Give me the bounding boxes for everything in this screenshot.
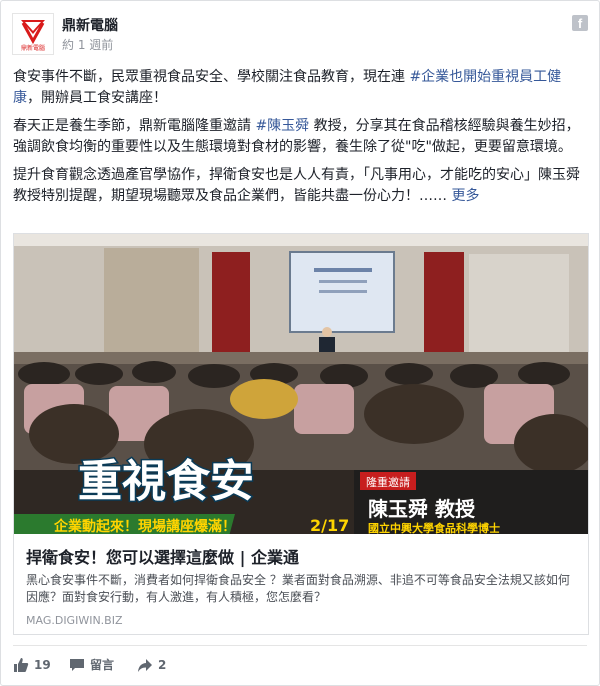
image-speaker: 陳玉舜 教授 <box>368 497 476 521</box>
post-paragraph-1: 食安事件不斷，民眾重視食品安全、學校關注食品教育，現在連 #企業也開始重視員工健… <box>13 69 562 106</box>
page-name-link[interactable]: 鼎新電腦 <box>62 15 118 35</box>
actions-divider <box>13 645 587 646</box>
like-count: 19 <box>34 658 51 672</box>
image-banner: 企業動起來！現場講座爆滿！ <box>53 518 236 534</box>
post-paragraph-2: 春天正是養生季節，鼎新電腦隆重邀請 #陳玉舜 教授，分享其在食品稽核經驗與養生妙… <box>13 118 580 155</box>
comment-label: 留言 <box>90 658 115 672</box>
image-date: 2/17 <box>310 516 349 534</box>
link-preview-info[interactable]: 捍衛食安！您可以選擇這麼做 | 企業通 黑心食安事件不斷，消費者如何捍衛食品安全… <box>14 534 588 634</box>
see-more-link[interactable]: 更多 <box>451 188 479 204</box>
share-arrow-icon <box>138 659 152 672</box>
post-body: 食安事件不斷，民眾重視食品安全、學校關注食品教育，現在連 #企業也開始重視員工健… <box>13 67 587 214</box>
share-count: 2 <box>158 658 167 672</box>
post-actions: 19 留言 2 <box>13 653 587 677</box>
facebook-icon[interactable]: f <box>572 15 588 31</box>
image-badge: 隆重邀請 <box>366 475 410 489</box>
page-avatar[interactable]: 鼎新電腦 <box>12 13 54 55</box>
link-domain: MAG.DIGIWIN.BIZ <box>26 614 123 627</box>
link-preview-card[interactable]: 重視食安 企業動起來！現場講座爆滿！ 2/17 隆重邀請 陳玉舜 教授 國立中興… <box>13 233 589 635</box>
page-logo: 鼎新電腦 <box>21 20 45 52</box>
thumbs-up-icon <box>14 658 29 672</box>
comment-icon <box>70 659 84 671</box>
image-headline: 重視食安 <box>78 456 254 507</box>
post-timestamp[interactable]: 約 1 週前 <box>62 36 113 53</box>
svg-text:鼎新電腦: 鼎新電腦 <box>21 44 45 52</box>
hashtag-link[interactable]: #陳玉舜 <box>255 118 309 134</box>
post-card: 鼎新電腦 鼎新電腦 約 1 週前 f 食安事件不斷，民眾重視食品安全、學校關注食… <box>0 0 600 686</box>
share-button[interactable]: 2 <box>137 653 166 677</box>
post-header: 鼎新電腦 鼎新電腦 約 1 週前 f <box>12 13 588 57</box>
image-affiliation: 國立中興大學食品科學博士 <box>368 521 500 534</box>
comment-button[interactable]: 留言 <box>69 653 114 677</box>
link-title[interactable]: 捍衛食安！您可以選擇這麼做 | 企業通 <box>26 544 299 568</box>
link-preview-image[interactable]: 重視食安 企業動起來！現場講座爆滿！ 2/17 隆重邀請 陳玉舜 教授 國立中興… <box>14 234 588 534</box>
like-button[interactable]: 19 <box>13 653 51 677</box>
link-description: 黑心食安事件不斷，消費者如何捍衛食品安全 ？業者面對食品溯源、非追不可等食品安全… <box>26 573 570 604</box>
post-paragraph-3: 提升食育觀念透過產官學協作，捍衛食安也是人人有責，「凡事用心，才能吃的安心」陳玉… <box>13 167 580 204</box>
